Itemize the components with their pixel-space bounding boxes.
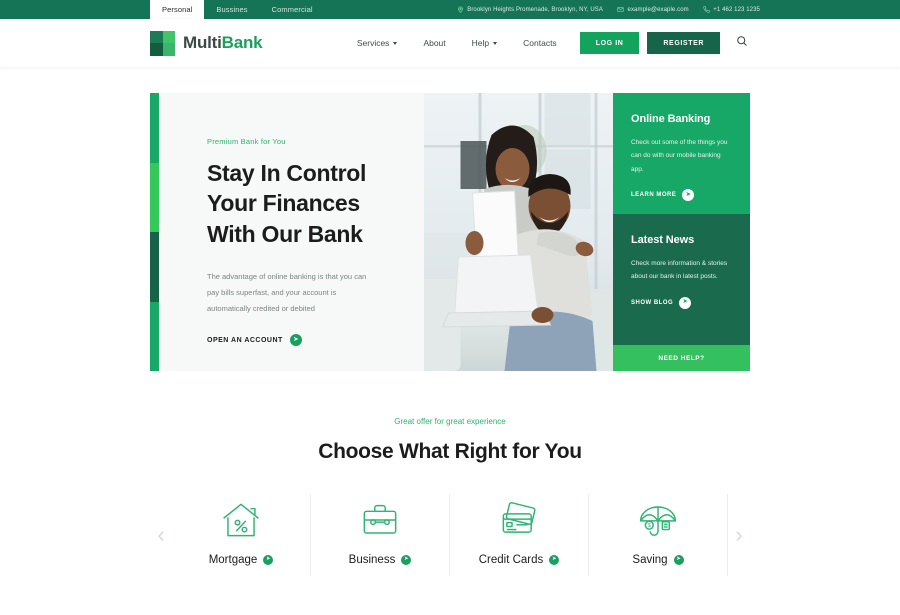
main-nav: Services About Help Contacts LOG IN REGI… [344,32,750,54]
hero-accent-stripe [150,93,159,371]
hero-eyebrow: Premium Bank for You [207,137,286,146]
online-banking-panel: Online Banking Check out some of the thi… [613,93,750,214]
search-button[interactable] [734,35,750,51]
offer-card-mortgage-label: Mortgage [208,554,258,566]
chevron-down-icon [393,41,398,45]
logo-text-part1: Multi [183,33,222,52]
hero-section: Premium Bank for You Stay In Control You… [0,67,900,371]
hero-paragraph: The advantage of online banking is that … [207,272,367,313]
tab-commercial-label: Commercial [271,5,313,14]
arrow-right-icon: ➤ [682,188,695,201]
latest-news-panel: Latest News Check more information & sto… [613,214,750,345]
online-banking-text: Check out some of the things you can do … [631,139,728,173]
nav-item-help[interactable]: Help [459,38,510,48]
hero-title-line-1: Stay In Control [207,160,367,186]
learn-more-label: LEARN MORE [631,191,677,198]
logo-text-part2: Bank [221,33,263,52]
offer-card-business[interactable]: Business ➤ [311,494,450,576]
login-button[interactable]: LOG IN [579,32,640,54]
tab-bussines-label: Bussines [216,5,248,14]
email-item[interactable]: example@exaple.com [617,6,689,13]
arrow-right-icon: ➤ [673,555,684,565]
offer-card-saving-label: Saving [632,554,668,566]
search-icon [736,34,748,52]
location-pin-icon [457,6,464,13]
svg-text:$: $ [648,523,651,529]
nav-item-contacts-label: Contacts [523,38,557,48]
arrow-right-icon: ➤ [401,555,412,565]
audience-tabs: Personal Bussines Commercial [150,0,325,19]
show-blog-button[interactable]: SHOW BLOG ➤ [631,296,732,309]
offer-card-saving[interactable]: $ Saving ➤ [589,494,728,576]
arrow-right-icon: ➤ [289,334,302,347]
offer-card-credit-cards[interactable]: Credit Cards ➤ [450,494,589,576]
offers-eyebrow: Great offer for great experience [394,417,506,426]
register-button[interactable]: REGISTER [647,32,720,54]
hero: Premium Bank for You Stay In Control You… [150,93,750,371]
umbrella-icon: $ [637,498,679,542]
tab-bussines[interactable]: Bussines [204,0,259,19]
phone-icon [703,6,710,13]
offer-card-credit-cards-label-wrap: Credit Cards ➤ [479,554,560,566]
open-account-button[interactable]: OPEN AN ACCOUNT ➤ [207,334,302,347]
chevron-down-icon [493,41,498,45]
nav-item-services-label: Services [356,38,390,48]
latest-news-title: Latest News [631,234,695,246]
phone-text: +1 462 123 1235 [713,6,760,13]
offer-card-mortgage-label-wrap: Mortgage ➤ [209,554,274,566]
email-text: example@exaple.com [627,6,689,13]
house-percent-icon [220,498,262,542]
need-help-button[interactable]: NEED HELP? [613,345,750,371]
learn-more-button[interactable]: LEARN MORE ➤ [631,188,732,201]
offers-title: Choose What Right for You [318,440,582,463]
nav-item-contacts[interactable]: Contacts [510,38,570,48]
offer-card-saving-label-wrap: Saving ➤ [632,554,684,566]
hero-title-line-3: With Our Bank [207,220,363,247]
arrow-right-icon: ➤ [549,555,560,565]
contact-info: Brooklyn Heights Promenade, Brooklyn, NY… [457,0,760,19]
latest-news-text: Check more information & stories about o… [631,260,728,281]
hero-side-panels: Online Banking Check out some of the thi… [613,93,750,371]
nav-item-about-label: About [423,38,446,48]
address-item: Brooklyn Heights Promenade, Brooklyn, NY… [457,6,603,13]
logo[interactable]: MultiBank [150,30,263,56]
tab-commercial[interactable]: Commercial [260,0,325,19]
credit-cards-icon [497,498,541,542]
show-blog-label: SHOW BLOG [631,299,674,306]
hero-copy: Premium Bank for You Stay In Control You… [159,93,424,371]
offer-card-credit-cards-label: Credit Cards [478,554,544,566]
arrow-right-icon: ➤ [263,555,274,565]
logo-mark-icon [150,30,175,56]
phone-item[interactable]: +1 462 123 1235 [703,6,760,13]
briefcase-icon [359,498,401,542]
carousel-next-button[interactable]: › [728,524,750,546]
nav-item-services[interactable]: Services [344,38,411,48]
offer-card-business-label: Business [348,554,396,566]
hero-title-line-2: Your Finances [207,190,360,217]
address-text: Brooklyn Heights Promenade, Brooklyn, NY… [467,6,604,13]
carousel-prev-button[interactable]: ‹ [150,524,172,546]
online-banking-title: Online Banking [631,113,711,125]
mail-icon [617,6,624,13]
offer-card-business-label-wrap: Business ➤ [349,554,412,566]
logo-text: MultiBank [183,33,263,53]
offers-carousel: ‹ Mortgage ➤ Business ➤ Credit Cards ➤ $… [0,494,900,576]
hero-title: Stay In Control Your Finances With Our B… [207,158,398,249]
site-header: MultiBank Services About Help Contacts L… [0,19,900,67]
nav-item-help-label: Help [471,38,490,48]
offers-section: Great offer for great experience Choose … [0,371,900,576]
top-utility-bar: Personal Bussines Commercial Brooklyn He… [0,0,900,19]
tab-personal[interactable]: Personal [150,0,205,19]
tab-personal-label: Personal [162,5,193,14]
hero-photo [424,93,613,371]
offer-card-mortgage[interactable]: Mortgage ➤ [172,494,311,576]
hero-photo-illustration [424,93,613,371]
arrow-right-icon: ➤ [679,296,692,309]
open-account-label: OPEN AN ACCOUNT [207,336,283,344]
nav-item-about[interactable]: About [410,38,458,48]
